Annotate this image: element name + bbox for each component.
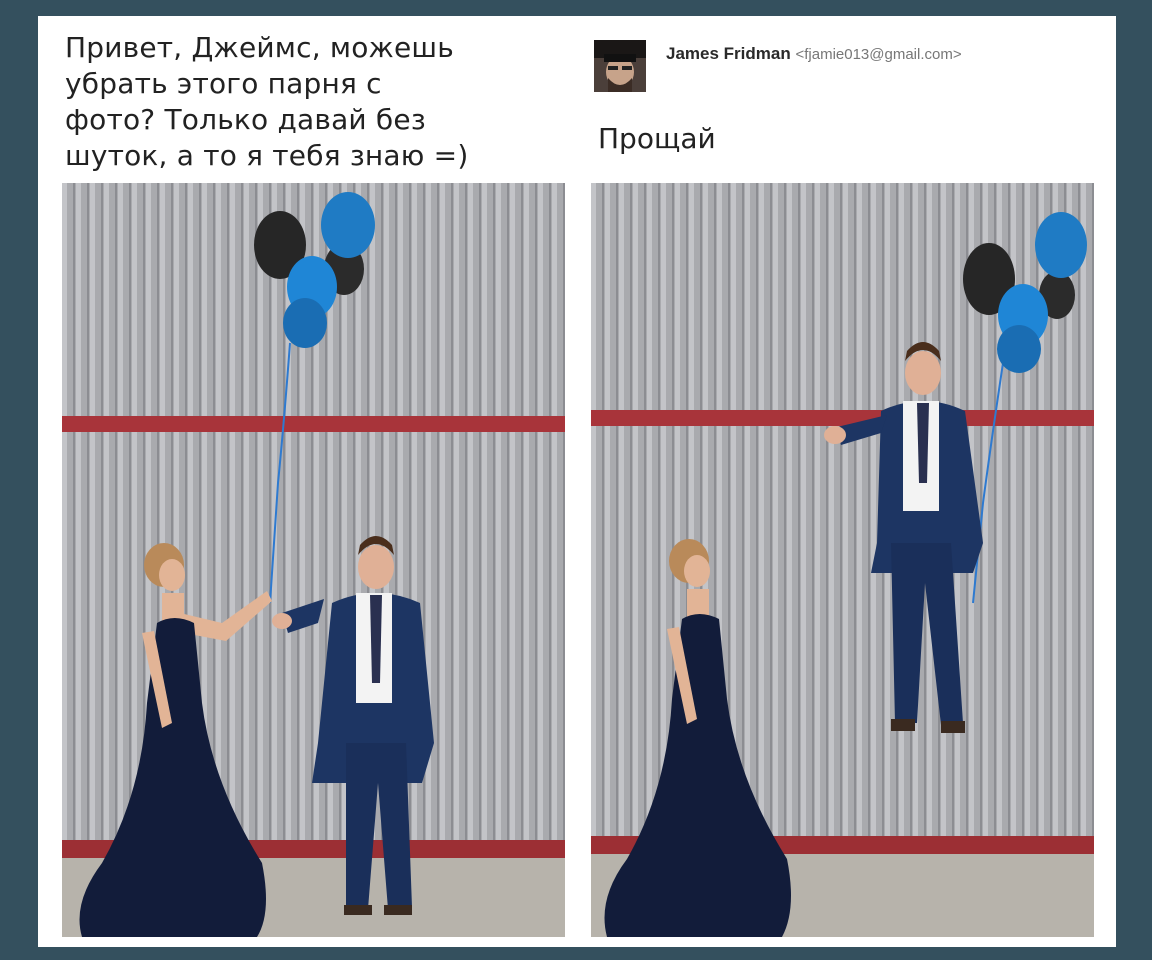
request-line: убрать этого парня с [65, 67, 382, 100]
avatar [594, 40, 646, 92]
request-line: шуток, а то я тебя знаю =) [65, 139, 469, 172]
sender-email: <fjamie013@gmail.com> [795, 46, 962, 63]
meme-card: Привет, Джеймс, можешь убрать этого парн… [38, 16, 1116, 947]
request-line: Привет, Джеймс, можешь [65, 31, 454, 64]
request-message: Привет, Джеймс, можешь убрать этого парн… [65, 30, 545, 174]
reply-message: Прощай [598, 122, 716, 155]
original-photo [62, 183, 565, 937]
edited-photo [591, 183, 1094, 937]
original-photo-image [62, 183, 565, 937]
edited-photo-image [591, 183, 1094, 937]
avatar-image [594, 40, 646, 92]
sender-name: James Fridman [666, 44, 791, 63]
request-line: фото? Только давай без [65, 103, 426, 136]
sender-info: James Fridman <fjamie013@gmail.com> [666, 44, 962, 64]
